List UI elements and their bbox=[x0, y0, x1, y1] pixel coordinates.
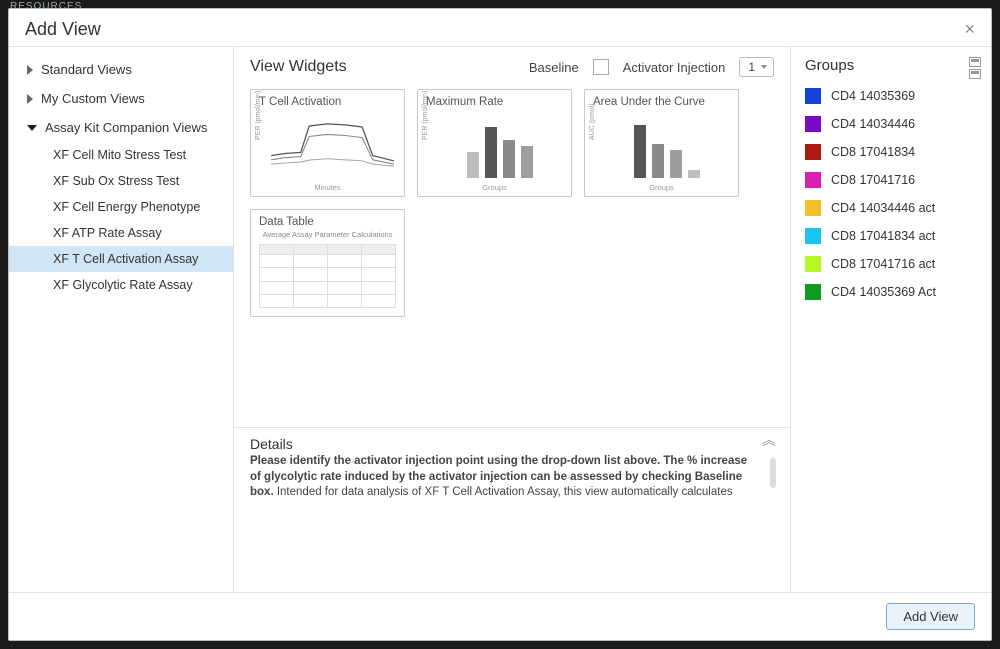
table-icon bbox=[259, 244, 396, 308]
widget-title: Data Table bbox=[259, 216, 396, 228]
widget-title: Maximum Rate bbox=[426, 96, 563, 108]
center-panel: View Widgets Baseline Activator Injectio… bbox=[234, 47, 791, 592]
close-icon[interactable]: × bbox=[964, 19, 975, 40]
group-swatch bbox=[805, 116, 821, 132]
line-chart-icon bbox=[269, 112, 396, 178]
dropdown-value: 1 bbox=[748, 60, 755, 74]
group-swatch bbox=[805, 284, 821, 300]
expand-up-icon[interactable]: ︽ bbox=[762, 436, 776, 444]
sidebar-item-glycolytic-rate[interactable]: XF Glycolytic Rate Assay bbox=[9, 272, 233, 298]
chevron-right-icon bbox=[27, 94, 33, 104]
y-axis-label: PER (pmol/min) bbox=[255, 91, 262, 140]
group-label: CD8 17041716 bbox=[831, 173, 915, 187]
baseline-label: Baseline bbox=[529, 60, 579, 75]
sidebar-item-energy-phenotype[interactable]: XF Cell Energy Phenotype bbox=[9, 194, 233, 220]
group-swatch bbox=[805, 172, 821, 188]
sidebar-section-label: Standard Views bbox=[41, 62, 132, 77]
sidebar-item-tcell-activation[interactable]: XF T Cell Activation Assay bbox=[9, 246, 233, 272]
sidebar-section-label: Assay Kit Companion Views bbox=[45, 120, 207, 135]
sidebar-item-atp-rate[interactable]: XF ATP Rate Assay bbox=[9, 220, 233, 246]
x-axis-label: Groups bbox=[418, 183, 571, 192]
activator-injection-dropdown[interactable]: 1 bbox=[739, 57, 774, 77]
details-text: Please identify the activator injection … bbox=[250, 454, 774, 502]
view-type-sidebar: Standard Views My Custom Views Assay Kit… bbox=[9, 47, 234, 592]
modal-title: Add View bbox=[25, 19, 101, 40]
sidebar-section-standard-views[interactable]: Standard Views bbox=[9, 55, 233, 84]
details-title: Details bbox=[250, 436, 774, 452]
group-swatch bbox=[805, 200, 821, 216]
group-item[interactable]: CD4 14034446 bbox=[805, 110, 977, 138]
chevron-down-icon bbox=[27, 125, 37, 131]
scrollbar-thumb[interactable] bbox=[770, 458, 776, 488]
sidebar-section-assay-kit[interactable]: Assay Kit Companion Views bbox=[9, 113, 233, 142]
sidebar-item-mito-stress[interactable]: XF Cell Mito Stress Test bbox=[9, 142, 233, 168]
group-item[interactable]: CD4 14034446 act bbox=[805, 194, 977, 222]
group-item[interactable]: CD8 17041834 act bbox=[805, 222, 977, 250]
activator-label: Activator Injection bbox=[623, 60, 726, 75]
group-label: CD8 17041716 act bbox=[831, 257, 935, 271]
group-item[interactable]: CD8 17041716 act bbox=[805, 250, 977, 278]
group-item[interactable]: CD8 17041716 bbox=[805, 166, 977, 194]
sidebar-section-my-custom-views[interactable]: My Custom Views bbox=[9, 84, 233, 113]
group-item[interactable]: CD4 14035369 Act bbox=[805, 278, 977, 306]
add-view-button[interactable]: Add View bbox=[886, 603, 975, 630]
widget-auc[interactable]: Area Under the Curve AUC (pmol) Groups bbox=[584, 89, 739, 197]
groups-panel: Groups CD4 14035369 CD4 14034446 CD8 17041… bbox=[791, 47, 991, 592]
group-item[interactable]: CD4 14035369 bbox=[805, 82, 977, 110]
group-label: CD4 14035369 bbox=[831, 89, 915, 103]
bar-chart-icon bbox=[436, 112, 563, 178]
widget-grid: T Cell Activation PER (pmol/min) Minutes bbox=[234, 81, 790, 325]
widgets-title: View Widgets bbox=[250, 58, 515, 76]
y-axis-label: PER (pmol/min) bbox=[422, 91, 429, 140]
x-axis-label: Groups bbox=[585, 183, 738, 192]
group-swatch bbox=[805, 256, 821, 272]
group-swatch bbox=[805, 228, 821, 244]
group-label: CD8 17041834 bbox=[831, 145, 915, 159]
widget-title: T Cell Activation bbox=[259, 96, 396, 108]
widget-title: Area Under the Curve bbox=[593, 96, 730, 108]
details-panel: ︽ Details Please identify the activator … bbox=[234, 427, 790, 512]
group-label: CD4 14034446 bbox=[831, 117, 915, 131]
groups-title: Groups bbox=[805, 57, 977, 74]
bar-chart-icon bbox=[603, 112, 730, 178]
add-view-modal: Add View × Standard Views My Custom View… bbox=[8, 8, 992, 641]
sidebar-section-label: My Custom Views bbox=[41, 91, 145, 106]
group-swatch bbox=[805, 88, 821, 104]
sidebar-item-sub-ox-stress[interactable]: XF Sub Ox Stress Test bbox=[9, 168, 233, 194]
group-label: CD4 14034446 act bbox=[831, 201, 935, 215]
details-rest: Intended for data analysis of XF T Cell … bbox=[250, 486, 733, 502]
widget-tcell-activation[interactable]: T Cell Activation PER (pmol/min) Minutes bbox=[250, 89, 405, 197]
widget-subtitle: Average Assay Parameter Calculations bbox=[251, 230, 404, 239]
widget-maximum-rate[interactable]: Maximum Rate PER (pmol/min) Groups bbox=[417, 89, 572, 197]
select-all-icon[interactable] bbox=[969, 57, 981, 67]
deselect-all-icon[interactable] bbox=[969, 69, 981, 79]
x-axis-label: Minutes bbox=[251, 183, 404, 192]
y-axis-label: AUC (pmol) bbox=[589, 103, 596, 140]
group-swatch bbox=[805, 144, 821, 160]
group-label: CD4 14035369 Act bbox=[831, 285, 936, 299]
widget-data-table[interactable]: Data Table Average Assay Parameter Calcu… bbox=[250, 209, 405, 317]
baseline-checkbox[interactable] bbox=[593, 59, 609, 75]
group-label: CD8 17041834 act bbox=[831, 229, 935, 243]
group-item[interactable]: CD8 17041834 bbox=[805, 138, 977, 166]
chevron-right-icon bbox=[27, 65, 33, 75]
